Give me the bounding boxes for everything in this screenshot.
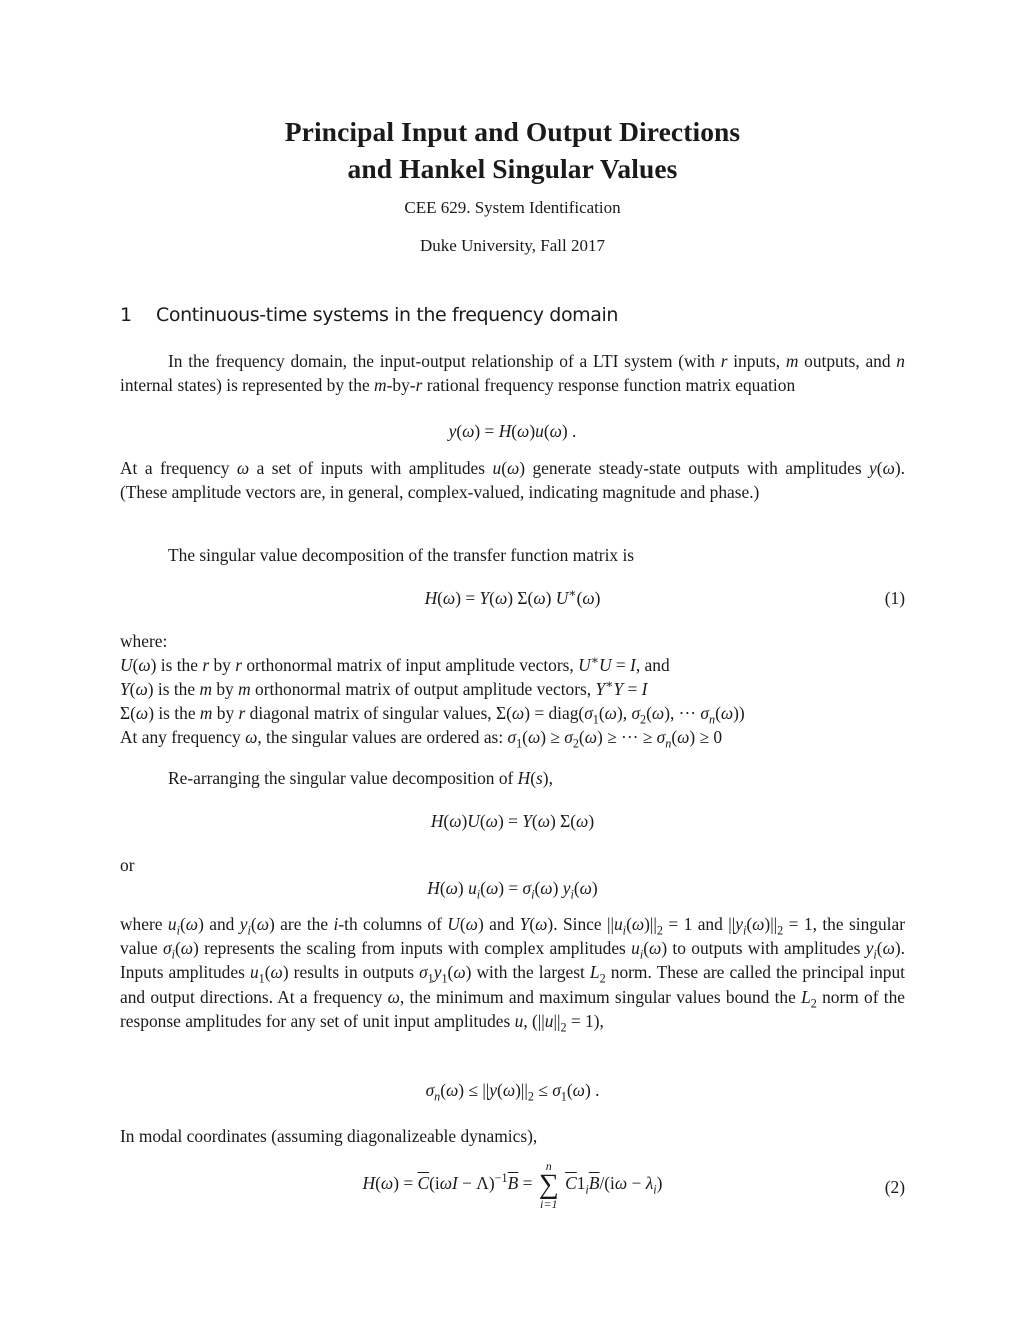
equation-2-number: (2) (884, 1177, 905, 1197)
title-line-2: and Hankel Singular Values (347, 153, 678, 184)
paragraph-principal-directions: where ui(ω) and yi(ω) are the i-th colum… (120, 914, 906, 1035)
equation-bound: σn(ω) ≤ ||y(ω)||2 ≤ σ1(ω) . (425, 1080, 600, 1104)
summation-lower-limit: i=1 (540, 1197, 558, 1211)
where-item-y: Y(ω) is the m by m orthonormal matrix of… (120, 677, 648, 699)
where-item-ordering: At any frequency ω, the singular values … (120, 727, 723, 751)
paragraph-svd-intro: The singular value decomposition of the … (168, 545, 635, 565)
paragraph-amplitudes: At a frequency ω a set of inputs with am… (120, 458, 905, 503)
document-title: Principal Input and Output Directions an… (120, 113, 905, 187)
section-title: Continuous-time systems in the frequency… (156, 304, 619, 326)
equation-2: H(ω) = C(iωI − Λ)−1B = n ∑ i=1 C1iB/(iω … (120, 1160, 905, 1210)
equation-1: H(ω) = Y(ω) Σ(ω) U∗(ω) (1) (120, 586, 905, 609)
equation-2-rhs: C1iB/(iω − λi) (565, 1173, 663, 1197)
course-name: CEE 629. System Identification (404, 198, 621, 217)
title-line-1: Principal Input and Output Directions (284, 116, 741, 147)
section-heading: 1 Continuous-time systems in the frequenc… (120, 304, 618, 326)
or-label: or (120, 855, 135, 875)
equation-rearranged: H(ω)U(ω) = Y(ω) Σ(ω) (430, 811, 595, 831)
where-item-u: U(ω) is the r by r orthonormal matrix of… (120, 653, 670, 675)
affiliation: Duke University, Fall 2017 (420, 236, 605, 255)
equation-io: y(ω) = H(ω)u(ω) . (448, 421, 577, 441)
paragraph-intro: In the frequency domain, the input-outpu… (120, 351, 905, 396)
paragraph-rearranging: Re-arranging the singular value decompos… (168, 768, 553, 788)
sigma-icon: ∑ (538, 1169, 559, 1200)
equation-columns: H(ω) ui(ω) = σi(ω) yi(ω) (427, 878, 598, 902)
equation-1-number: (1) (884, 588, 905, 608)
equation-1-body: H(ω) = Y(ω) Σ(ω) U∗(ω) (424, 586, 601, 608)
section-number: 1 (120, 304, 132, 326)
equation-2-lhs: H(ω) = C(iωI − Λ)−1B = (362, 1171, 533, 1193)
paragraph-modal: In modal coordinates (assuming diagonali… (120, 1126, 538, 1146)
where-item-sigma: Σ(ω) is the m by r diagonal matrix of si… (120, 703, 745, 727)
summation-symbol: n ∑ i=1 (539, 1160, 559, 1210)
where-label: where: (120, 631, 168, 651)
